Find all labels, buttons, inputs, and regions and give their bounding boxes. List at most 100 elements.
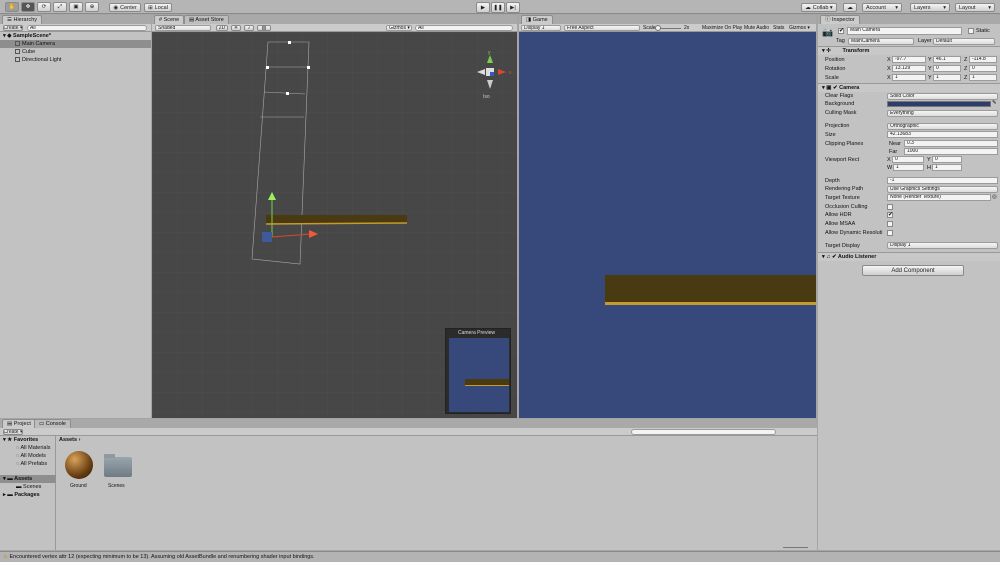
viewport-x-field[interactable]: 0: [892, 156, 924, 163]
allow-msaa-checkbox[interactable]: [887, 221, 893, 227]
near-field[interactable]: 0.3: [904, 140, 998, 147]
scene-panel: # Scene ▤ Asset Store Shaded 2D ☀ ♪ ▨ Gi…: [152, 15, 517, 418]
tab-console[interactable]: ▭ Console: [34, 419, 71, 428]
background-color-field[interactable]: [887, 101, 991, 107]
tab-scene[interactable]: # Scene: [154, 15, 185, 24]
culling-mask-dropdown[interactable]: Everything: [887, 110, 998, 117]
rotation-x-field[interactable]: 13.129: [892, 65, 926, 72]
collab-button[interactable]: ☁ Collab ▾: [801, 3, 837, 12]
hand-tool-button[interactable]: ✋: [5, 2, 19, 12]
cloud-button[interactable]: ☁: [843, 3, 857, 12]
pivot-local-button[interactable]: ⊞ Local: [144, 3, 172, 12]
tab-asset-store[interactable]: ▤ Asset Store: [184, 15, 229, 24]
effects-toggle[interactable]: ▨: [257, 25, 271, 31]
size-field[interactable]: 42.13683: [887, 131, 998, 138]
viewport-y-field[interactable]: 0: [932, 156, 962, 163]
pause-button[interactable]: ❚❚: [491, 2, 505, 13]
move-tool-button[interactable]: ✥: [21, 2, 35, 12]
asset-scenes-folder[interactable]: Scenes: [102, 451, 134, 491]
hierarchy-item-main-camera[interactable]: Main Camera: [0, 40, 151, 48]
shading-mode-dropdown[interactable]: Shaded: [155, 25, 211, 31]
2d-toggle[interactable]: 2D: [216, 25, 228, 31]
object-picker-icon[interactable]: ◎: [992, 194, 997, 200]
active-checkbox[interactable]: ✔: [838, 28, 844, 34]
maximize-on-play-toggle[interactable]: Maximize On Play: [702, 25, 742, 31]
aspect-dropdown[interactable]: Free Aspect: [564, 25, 640, 31]
camera-component-header[interactable]: ▾ ▣ ✔ Camera: [818, 83, 1000, 92]
position-z-field[interactable]: -114.8: [969, 56, 997, 63]
lighting-toggle[interactable]: ☀: [231, 25, 241, 31]
audio-toggle[interactable]: ♪: [244, 25, 254, 31]
audio-listener-header[interactable]: ▾ ♫ ✔ Audio Listener: [818, 252, 1000, 261]
allow-dynamic-resolution-checkbox[interactable]: [887, 230, 893, 236]
favorite-all-models[interactable]: ◌ All Models: [16, 452, 46, 460]
asset-ground[interactable]: Ground: [63, 451, 95, 491]
display-dropdown[interactable]: Display 1: [521, 25, 561, 31]
play-button[interactable]: ▶: [476, 2, 490, 13]
favorites-item[interactable]: ▾ ★ Favorites: [3, 436, 38, 444]
viewport-h-field[interactable]: 1: [932, 164, 962, 171]
object-name-field[interactable]: Main Camera: [847, 27, 962, 35]
scale-slider-thumb[interactable]: [655, 25, 661, 31]
scene-root-item[interactable]: ▾ ◆ SampleScene*: [3, 32, 51, 40]
projection-dropdown[interactable]: Orthographic: [887, 123, 998, 130]
project-create-button[interactable]: Create ▾: [3, 429, 23, 435]
favorite-all-materials[interactable]: ◌ All Materials: [16, 444, 50, 452]
target-texture-field[interactable]: None (Render Texture): [887, 194, 991, 201]
pivot-center-button[interactable]: ◉ Center: [109, 3, 141, 12]
scenes-tree-item[interactable]: ▬ Scenes: [16, 483, 41, 491]
static-checkbox[interactable]: [968, 28, 974, 34]
tab-inspector[interactable]: ⓘ Inspector: [820, 15, 860, 24]
scale-z-field[interactable]: 1: [969, 74, 997, 81]
platform-cube[interactable]: [266, 215, 407, 223]
project-search-input[interactable]: [631, 429, 776, 435]
scene-search-input[interactable]: All: [415, 25, 513, 31]
rendering-path-dropdown[interactable]: Use Graphics Settings: [887, 186, 998, 193]
tab-game[interactable]: ◨ Game: [521, 15, 553, 24]
rect-tool-button[interactable]: ▣: [69, 2, 83, 12]
hierarchy-item-cube[interactable]: Cube: [15, 48, 35, 56]
game-gizmos-dropdown[interactable]: Gizmos ▾: [789, 25, 810, 31]
tag-dropdown[interactable]: MainCamera: [848, 38, 914, 45]
occlusion-culling-checkbox[interactable]: [887, 204, 893, 210]
xy-plane-handle[interactable]: [262, 232, 272, 242]
packages-tree-item[interactable]: ▸ ▬ Packages: [3, 491, 40, 499]
rotation-y-field[interactable]: 0: [933, 65, 961, 72]
far-field[interactable]: 1000: [904, 148, 998, 155]
mute-audio-toggle[interactable]: Mute Audio: [744, 25, 769, 31]
scale-x-field[interactable]: 1: [892, 74, 926, 81]
layers-dropdown[interactable]: Layers ▾: [910, 3, 950, 12]
tab-hierarchy[interactable]: ☰ Hierarchy: [2, 15, 43, 24]
position-x-field[interactable]: -97.7: [892, 56, 926, 63]
step-button[interactable]: ▶|: [506, 2, 520, 13]
scale-y-field[interactable]: 1: [933, 74, 961, 81]
assets-tree-item[interactable]: ▾ ▬ Assets: [0, 475, 56, 483]
perspective-label[interactable]: Iso: [483, 94, 490, 100]
status-bar[interactable]: ⚠ Encountered vertex attr 12 (expecting …: [0, 551, 1000, 562]
scale-tool-button[interactable]: ⤢: [53, 2, 67, 12]
viewport-w-field[interactable]: 1: [893, 164, 924, 171]
depth-field[interactable]: -1: [887, 177, 998, 184]
assets-breadcrumb[interactable]: Assets ›: [59, 437, 80, 443]
add-component-button[interactable]: Add Component: [862, 265, 964, 276]
target-display-dropdown[interactable]: Display 1: [887, 242, 998, 249]
tab-project[interactable]: ▤ Project: [2, 419, 36, 428]
position-y-field[interactable]: 46.1: [933, 56, 961, 63]
clear-flags-dropdown[interactable]: Solid Color: [887, 93, 998, 100]
rotate-tool-button[interactable]: ⟳: [37, 2, 51, 12]
eyedropper-icon[interactable]: ✎: [992, 100, 997, 106]
layer-dropdown[interactable]: Default: [933, 38, 995, 45]
icon-size-slider[interactable]: [783, 547, 808, 548]
allow-hdr-checkbox[interactable]: ✔: [887, 212, 893, 218]
hierarchy-search-input[interactable]: All: [27, 25, 147, 31]
rotation-z-field[interactable]: 0: [969, 65, 997, 72]
account-dropdown[interactable]: Account ▾: [862, 3, 902, 12]
hierarchy-item-directional-light[interactable]: Directional Light: [15, 56, 61, 64]
layout-dropdown[interactable]: Layout ▾: [955, 3, 995, 12]
transform-tool-button[interactable]: ⊕: [85, 2, 99, 12]
scene-gizmos-dropdown[interactable]: Gizmos ▾: [386, 25, 412, 31]
transform-header[interactable]: ▾ ✢ Transform: [818, 46, 1000, 55]
stats-toggle[interactable]: Stats: [773, 25, 784, 31]
favorite-all-prefabs[interactable]: ◌ All Prefabs: [16, 460, 47, 468]
hierarchy-create-button[interactable]: Create ▾: [3, 25, 23, 31]
